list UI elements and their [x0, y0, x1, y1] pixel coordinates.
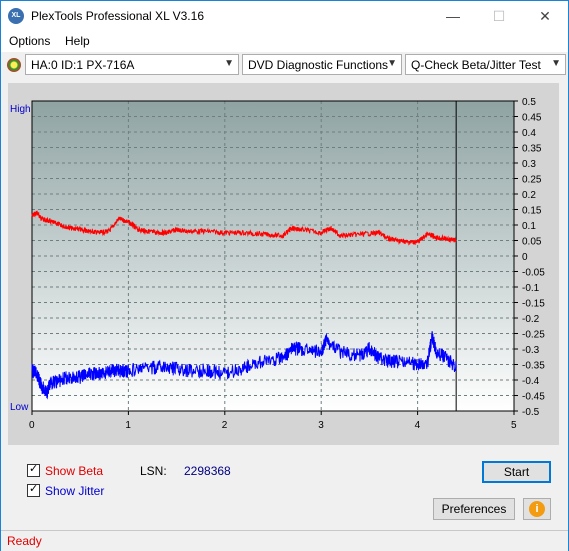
lsn-label: LSN:	[140, 464, 167, 478]
low-label: Low	[10, 402, 29, 413]
test-select-value: Q-Check Beta/Jitter Test	[411, 58, 541, 72]
y-tick-label: -0.4	[522, 376, 540, 387]
menu-help[interactable]: Help	[65, 34, 90, 48]
chevron-down-icon: ▼	[387, 58, 397, 69]
y-tick-label: -0.45	[522, 392, 545, 403]
beta-jitter-chart: 0.5 0.45 0.4 0.35 0.3 0.25 0.2 0.15 0.1 0.05 0 -0.0…	[10, 97, 545, 431]
chevron-down-icon: ▼	[224, 58, 234, 69]
toolbar: HA:0 ID:1 PX-716A ▼ DVD Diagnostic Funct…	[1, 52, 568, 80]
app-window: XL PlexTools Professional XL V3.16 — ☐ ✕…	[0, 0, 569, 551]
status-text: Ready	[7, 534, 42, 548]
show-jitter-label[interactable]: Show Jitter	[45, 484, 104, 498]
y-tick-label: -0.25	[522, 330, 545, 341]
chart-panel: 0.5 0.45 0.4 0.35 0.3 0.25 0.2 0.15 0.1 0.05 0 -0.0…	[8, 83, 559, 445]
start-button[interactable]: Start	[482, 461, 551, 483]
status-bar: Ready	[1, 530, 568, 551]
x-tick-label: 0	[29, 420, 35, 431]
lsn-value: 2298368	[184, 464, 231, 478]
function-select[interactable]: DVD Diagnostic Functions ▼	[242, 54, 402, 75]
test-select[interactable]: Q-Check Beta/Jitter Test ▼	[405, 54, 566, 75]
y-tick-label: 0.15	[522, 206, 542, 217]
show-beta-label[interactable]: Show Beta	[45, 464, 103, 478]
x-tick-label: 3	[318, 420, 324, 431]
app-logo-icon: XL	[8, 8, 24, 24]
info-button[interactable]: i	[523, 498, 551, 520]
minimize-button[interactable]: —	[430, 1, 476, 31]
function-select-value: DVD Diagnostic Functions	[248, 58, 389, 72]
high-label: High	[10, 104, 31, 115]
check-mark-icon: ✓	[29, 463, 39, 475]
title-bar[interactable]: XL PlexTools Professional XL V3.16 — ☐ ✕	[1, 1, 568, 31]
show-beta-checkbox[interactable]: ✓	[27, 463, 40, 477]
y-tick-label: 0.5	[522, 97, 536, 108]
menu-bar: Options Help	[1, 31, 568, 52]
maximize-button[interactable]: ☐	[476, 1, 522, 31]
y-tick-label: -0.1	[522, 283, 540, 294]
close-button[interactable]: ✕	[522, 1, 568, 31]
y-tick-label: -0.35	[522, 361, 545, 372]
y-tick-label: 0.3	[522, 159, 536, 170]
y-tick-label: 0	[522, 252, 528, 263]
y-tick-label: 0.45	[522, 113, 542, 124]
y-tick-label: -0.2	[522, 314, 540, 325]
y-tick-label: 0.1	[522, 221, 536, 232]
x-tick-label: 5	[511, 420, 517, 431]
drive-select[interactable]: HA:0 ID:1 PX-716A ▼	[25, 54, 239, 75]
y-tick-label: 0.05	[522, 237, 542, 248]
preferences-button[interactable]: Preferences	[433, 498, 515, 520]
window-title: PlexTools Professional XL V3.16	[31, 9, 204, 23]
y-tick-label: -0.15	[522, 299, 545, 310]
y-tick-label: 0.2	[522, 190, 536, 201]
y-tick-label: -0.3	[522, 345, 540, 356]
controls-panel: ✓ Show Beta ✓ Show Jitter LSN: 2298368 S…	[8, 453, 559, 528]
show-jitter-checkbox[interactable]: ✓	[27, 483, 40, 497]
x-tick-label: 2	[222, 420, 228, 431]
y-tick-label: -0.05	[522, 268, 545, 279]
menu-options[interactable]: Options	[9, 34, 50, 48]
x-tick-label: 1	[125, 420, 131, 431]
y-tick-label: 0.35	[522, 144, 542, 155]
check-mark-icon: ✓	[29, 483, 39, 495]
chevron-down-icon: ▼	[551, 58, 561, 69]
y-tick-label: -0.5	[522, 407, 540, 418]
drive-disc-icon	[7, 58, 21, 72]
y-tick-label: 0.4	[522, 128, 536, 139]
y-tick-label: 0.25	[522, 175, 542, 186]
info-icon: i	[529, 501, 545, 517]
x-tick-label: 4	[415, 420, 421, 431]
drive-select-value: HA:0 ID:1 PX-716A	[31, 58, 135, 72]
